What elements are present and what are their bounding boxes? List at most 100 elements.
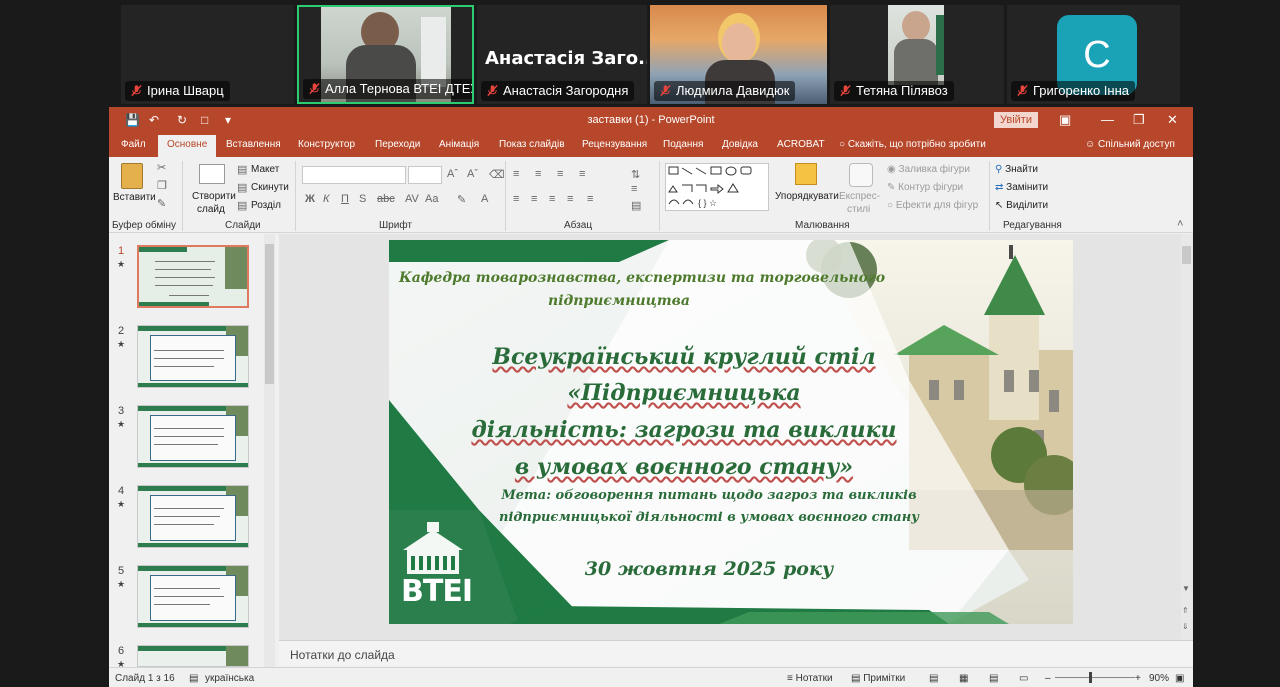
notes-toggle[interactable]: ≡ Нотатки [787, 673, 833, 684]
numbering-icon[interactable]: ≡ [535, 168, 541, 180]
zoom-out-button[interactable]: – [1045, 673, 1051, 684]
tab-file[interactable]: Файл [121, 139, 146, 150]
arrange-icon[interactable] [795, 163, 817, 185]
tab-help[interactable]: Довідка [722, 139, 758, 150]
indent-icon[interactable]: ≡ [557, 168, 563, 180]
shape-effects-button[interactable]: ○ Ефекти для фігур [887, 200, 978, 211]
smartart-icon[interactable]: ▤ [631, 199, 641, 212]
paste-button[interactable]: Вставити [113, 192, 156, 203]
quick-styles-icon[interactable] [849, 163, 873, 187]
tab-slideshow[interactable]: Показ слайдів [499, 139, 565, 150]
reading-view-icon[interactable]: ▤ [989, 673, 998, 684]
participant-tile[interactable]: C Григоренко Інна [1007, 5, 1180, 104]
tab-animations[interactable]: Анімація [439, 139, 479, 150]
italic-icon[interactable]: К [323, 193, 329, 205]
clear-format-icon[interactable]: ⌫ [489, 168, 505, 181]
tab-transitions[interactable]: Переходи [375, 139, 420, 150]
bullets-icon[interactable]: ≡ [513, 168, 519, 180]
layout-button[interactable]: Макет [251, 164, 279, 175]
quick-styles-button-line2[interactable]: стилі [847, 204, 870, 215]
quick-styles-button[interactable]: Експрес- [839, 191, 880, 202]
comments-toggle[interactable]: ▤ Примітки [851, 673, 905, 684]
font-size-box[interactable] [408, 166, 442, 184]
text-direction-icon[interactable]: ⇅ [631, 168, 640, 181]
thumbnails-scrollbar[interactable] [264, 234, 275, 667]
shape-outline-button[interactable]: ✎ Контур фігури [887, 182, 963, 193]
slide-thumbnail-5[interactable] [137, 565, 249, 628]
font-color-icon[interactable]: A [481, 193, 488, 205]
align-center-icon[interactable]: ≡ [531, 193, 537, 205]
format-painter-icon[interactable]: ✎ [157, 197, 166, 210]
tell-me-box[interactable]: ○ Скажіть, що потрібно зробити [839, 139, 986, 150]
cut-icon[interactable]: ✂ [157, 161, 166, 174]
scrollbar-thumb[interactable] [1182, 246, 1191, 264]
section-button[interactable]: Розділ [251, 200, 281, 211]
arrange-button[interactable]: Упорядкувати [775, 191, 839, 202]
slide-thumbnail-2[interactable] [137, 325, 249, 388]
font-name-box[interactable] [302, 166, 406, 184]
outdent-icon[interactable]: ≡ [579, 168, 585, 180]
tab-insert[interactable]: Вставлення [226, 139, 281, 150]
copy-icon[interactable]: ❐ [157, 179, 167, 192]
normal-view-icon[interactable]: ▤ [929, 673, 938, 684]
tab-acrobat[interactable]: ACROBAT [777, 139, 825, 150]
tab-view[interactable]: Подання [663, 139, 703, 150]
tab-design[interactable]: Конструктор [298, 139, 355, 150]
zoom-slider-thumb[interactable] [1089, 672, 1092, 683]
highlight-icon[interactable]: ✎ [457, 193, 466, 206]
spellcheck-icon[interactable]: ▤ [189, 673, 198, 684]
align-left-icon[interactable]: ≡ [513, 193, 519, 205]
strike-icon[interactable]: abc [377, 193, 395, 205]
zoom-in-button[interactable]: + [1135, 673, 1141, 684]
prev-slide-icon[interactable]: ⇑ [1182, 606, 1189, 615]
participant-tile-active[interactable]: Алла Тернова ВТЕІ ДТЕУ [297, 5, 474, 104]
replace-button[interactable]: ⇄ Замінити [995, 182, 1048, 193]
scrollbar-thumb[interactable] [265, 244, 274, 384]
maximize-button[interactable]: ❐ [1133, 112, 1145, 128]
tab-review[interactable]: Рецензування [582, 139, 647, 150]
zoom-slider[interactable] [1055, 672, 1135, 683]
select-button[interactable]: ↖ Виділити [995, 200, 1048, 211]
align-text-icon[interactable]: ≡ [631, 183, 637, 195]
align-right-icon[interactable]: ≡ [549, 193, 555, 205]
find-button[interactable]: ⚲ Знайти [995, 164, 1038, 175]
shape-fill-button[interactable]: ◉ Заливка фігури [887, 164, 970, 175]
bold-icon[interactable]: Ж [305, 193, 315, 205]
case-icon[interactable]: Aa [425, 193, 438, 205]
participant-tile[interactable]: Ірина Шварц [121, 5, 294, 104]
slideshow-view-icon[interactable]: ▭ [1019, 673, 1028, 684]
notes-pane[interactable]: Нотатки до слайда [279, 640, 1193, 666]
shapes-gallery[interactable]: { } ☆ [665, 163, 769, 211]
new-slide-button-line2[interactable]: слайд [197, 204, 225, 215]
share-button[interactable]: ☺ Спільний доступ [1085, 139, 1175, 150]
new-slide-button[interactable]: Створити [192, 191, 236, 202]
slide-thumbnail-6[interactable] [137, 645, 249, 667]
slide-sorter-icon[interactable]: ▦ [959, 673, 968, 684]
participant-tile[interactable]: Тетяна Пілявоз [830, 5, 1004, 104]
slide-thumbnail-3[interactable] [137, 405, 249, 468]
columns-icon[interactable]: ≡ [587, 193, 593, 205]
participant-tile[interactable]: Анастасія Заго... Анастасія Загородня [477, 5, 647, 104]
paste-icon[interactable] [121, 163, 143, 189]
tab-home[interactable]: Основне [158, 135, 217, 157]
fit-slide-icon[interactable]: ▣ [1175, 673, 1184, 684]
scroll-down-icon[interactable]: ▼ [1182, 584, 1190, 593]
next-slide-icon[interactable]: ⇓ [1182, 622, 1189, 631]
slide-thumbnail-1[interactable] [137, 245, 249, 308]
ribbon-display-icon[interactable]: ▣ [1059, 112, 1071, 128]
current-slide[interactable]: ВТЕІ Кафедра товарознавства, експертизи … [389, 240, 1073, 624]
sign-in-button[interactable]: Увійти [994, 112, 1038, 128]
shadow-icon[interactable]: S [359, 193, 366, 205]
participant-tile[interactable]: Людмила Давидюк [650, 5, 827, 104]
collapse-ribbon-icon[interactable]: ˄ [1177, 218, 1183, 230]
increase-font-icon[interactable]: Aˆ [447, 168, 458, 180]
minimize-button[interactable]: — [1101, 112, 1114, 127]
close-button[interactable]: ✕ [1167, 112, 1178, 128]
language-indicator[interactable]: українська [205, 673, 254, 684]
zoom-level[interactable]: 90% [1149, 673, 1169, 684]
slide-scrollbar[interactable]: ▼ ⇑ ⇓ [1181, 234, 1192, 640]
decrease-font-icon[interactable]: Aˇ [467, 168, 478, 180]
spacing-icon[interactable]: AV [405, 193, 419, 205]
slide-thumbnail-4[interactable] [137, 485, 249, 548]
justify-icon[interactable]: ≡ [567, 193, 573, 205]
